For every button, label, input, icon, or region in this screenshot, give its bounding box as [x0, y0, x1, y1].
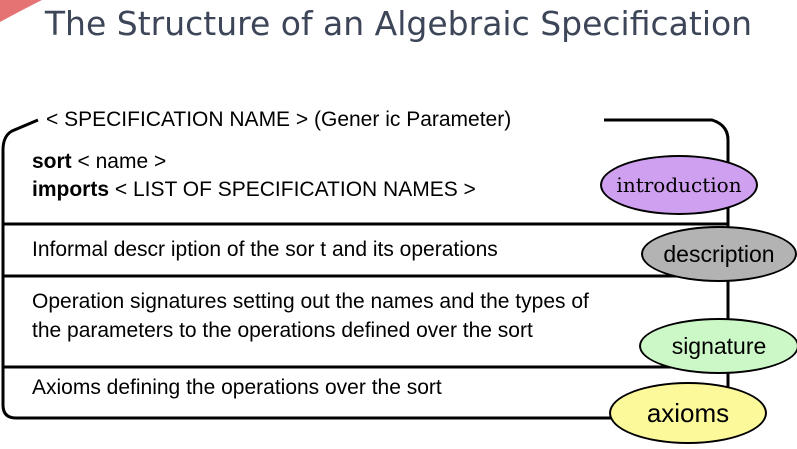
imports-line: imports < LIST OF SPECIFICATION NAMES > [32, 178, 476, 202]
sort-name: < name > [71, 150, 167, 173]
signature-text-line2: the parameters to the operations defined… [32, 319, 533, 342]
imports-list: < LIST OF SPECIFICATION NAMES > [109, 178, 476, 201]
introduction-label: introduction [600, 155, 758, 215]
signature-text-line1: Operation signatures setting out the nam… [32, 290, 589, 313]
axioms-text: Axioms defining the operations over the … [32, 376, 442, 399]
signature-label: signature [639, 318, 797, 374]
specification-header: < SPECIFICATION NAME > (Gener ic Paramet… [46, 108, 512, 131]
axioms-label: axioms [609, 382, 767, 444]
sort-line: sort < name > [32, 150, 166, 174]
imports-keyword: imports [32, 178, 110, 201]
sort-keyword: sort [32, 150, 72, 173]
description-text: Informal descr iption of the sor t and i… [32, 238, 498, 261]
description-label: description [641, 226, 797, 282]
